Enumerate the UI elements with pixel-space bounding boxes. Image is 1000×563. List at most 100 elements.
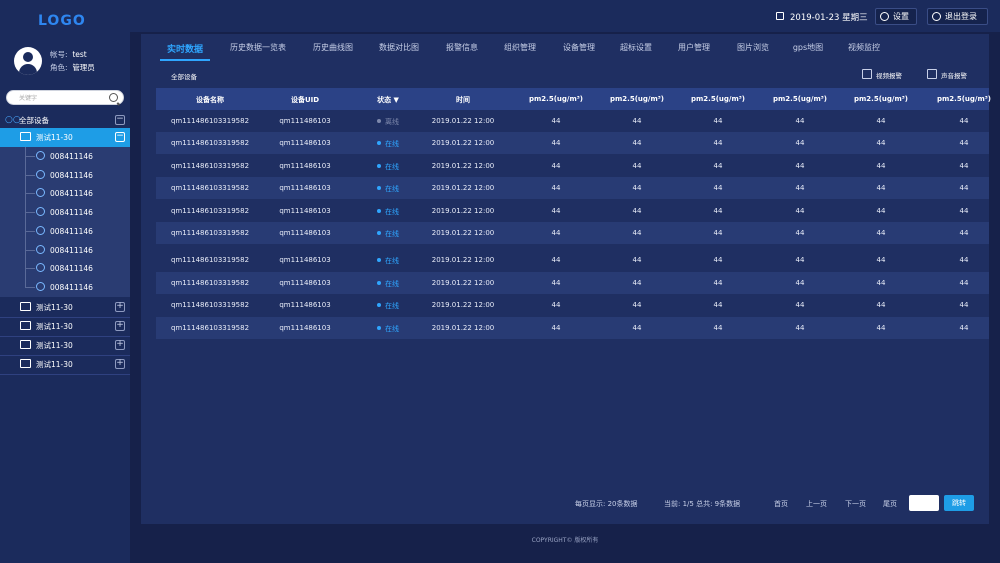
device-item[interactable]: 008411146 [25, 166, 130, 184]
time-cell: 2019.01.22 12:00 [431, 207, 495, 215]
device-item[interactable]: 008411146 [25, 241, 130, 259]
pm25-cell: 44 [795, 324, 805, 332]
device-group-icon [20, 359, 31, 368]
column-header[interactable]: pm2.5(ug/m³) [937, 95, 991, 103]
device-group-icon [20, 302, 31, 311]
column-header[interactable]: 时间 [456, 95, 470, 105]
device-uid-cell: qm111486103 [279, 301, 331, 309]
device-group[interactable]: 测试11-30 − [0, 128, 130, 147]
device-group[interactable]: 测试11-30 + [0, 317, 130, 336]
last-page-link[interactable]: 尾页 [883, 499, 897, 509]
table-row[interactable]: qm111486103319582 qm111486103 在线 2019.01.22… [156, 132, 989, 154]
column-header[interactable]: pm2.5(ug/m³) [529, 95, 583, 103]
tab-item[interactable]: gps地图 [793, 42, 823, 53]
device-group-icon [20, 132, 31, 141]
pm25-cell: 44 [876, 324, 886, 332]
column-header[interactable]: 设备UID [291, 95, 319, 105]
device-group-label: 测试11-30 [36, 322, 73, 331]
collapse-toggle[interactable]: − [115, 115, 125, 125]
pm25-cell: 44 [632, 207, 642, 215]
tree-connector [25, 268, 35, 270]
table-row[interactable]: qm111486103319582 qm111486103 在线 2019.01.22… [156, 294, 989, 316]
tab-item[interactable]: 视频监控 [848, 42, 880, 53]
jump-button[interactable]: 跳转 [944, 495, 974, 511]
sound-alarm-checkbox[interactable]: 声音报警 [927, 69, 967, 80]
table-row[interactable]: qm111486103319582 qm111486103 在线 2019.01.22… [156, 200, 989, 222]
device-group[interactable]: 测试11-30 + [0, 298, 130, 317]
tab-item[interactable]: 设备管理 [563, 42, 595, 53]
table-row[interactable]: qm111486103319582 qm111486103 在线 2019.01.22… [156, 249, 989, 271]
device-item[interactable]: 008411146 [25, 278, 130, 296]
tab-item[interactable]: 超标设置 [620, 42, 652, 53]
per-page-info: 每页显示: 20条数据 [575, 500, 638, 508]
device-item[interactable]: 008411146 [25, 222, 130, 240]
tree-connector [25, 286, 35, 288]
pm25-cell: 44 [959, 162, 969, 170]
device-icon [36, 207, 45, 217]
pm25-cell: 44 [959, 301, 969, 309]
column-header[interactable]: 状态 ▼ [377, 95, 399, 105]
column-header[interactable]: pm2.5(ug/m³) [691, 95, 745, 103]
table-row[interactable]: qm111486103319582 qm111486103 在线 2019.01.22… [156, 317, 989, 339]
pm25-cell: 44 [551, 229, 561, 237]
search-icon[interactable] [109, 93, 118, 102]
next-page-link[interactable]: 下一页 [845, 499, 866, 509]
status-cell: 在线 [377, 139, 399, 149]
collapse-toggle[interactable]: − [115, 132, 125, 142]
table-row[interactable]: qm111486103319582 qm111486103 在线 2019.01.22… [156, 222, 989, 244]
device-item[interactable]: 008411146 [25, 147, 130, 165]
tab-item[interactable]: 数据对比图 [379, 42, 419, 53]
device-icon [36, 151, 45, 160]
table-row[interactable]: qm111486103319582 qm111486103 在线 2019.01.22… [156, 177, 989, 199]
pm25-cell: 44 [632, 229, 642, 237]
table-row[interactable]: qm111486103319582 qm111486103 在线 2019.01.22… [156, 155, 989, 177]
power-icon [932, 12, 941, 21]
expand-toggle[interactable]: + [115, 302, 125, 312]
logo: LOGO [38, 13, 86, 29]
device-label: 008411146 [50, 264, 93, 274]
logout-button[interactable]: 退出登录 [927, 8, 988, 25]
tab-item[interactable]: 实时数据 [167, 42, 203, 55]
page-count-info: 当前: 1/5 总共: 9条数据 [664, 500, 741, 508]
main-panel: 实时数据 历史数据一览表 历史曲线图 数据对比图 报警信息 组织管理 设备管理 超标设置 用户管… [141, 34, 991, 524]
pm25-cell: 44 [713, 256, 723, 264]
sidebar: LOGO 帐号: test 角色: 管理员 关键字 ○○ 全部设备 − 测试11… [0, 0, 130, 563]
device-label: 008411146 [50, 152, 93, 161]
device-item[interactable]: 008411146 [25, 203, 130, 221]
page-jump-input[interactable] [909, 495, 939, 511]
tab-item[interactable]: 图片浏览 [737, 42, 769, 53]
tab-item[interactable]: 用户管理 [678, 42, 710, 53]
table-row[interactable]: qm111486103319582 qm111486103 在线 2019.01.22… [156, 272, 989, 294]
tab-item[interactable]: 历史数据一览表 [230, 42, 286, 53]
expand-toggle[interactable]: + [115, 359, 125, 369]
tab-item[interactable]: 组织管理 [504, 42, 536, 53]
column-header[interactable]: 设备名称 [196, 95, 224, 105]
pm25-cell: 44 [959, 324, 969, 332]
column-header[interactable]: pm2.5(ug/m³) [610, 95, 664, 103]
pm25-cell: 44 [713, 301, 723, 309]
column-header[interactable]: pm2.5(ug/m³) [773, 95, 827, 103]
prev-page-link[interactable]: 上一页 [806, 499, 827, 509]
first-page-link[interactable]: 首页 [774, 499, 788, 509]
table-row[interactable]: qm111486103319582 qm111486103 离线 2019.01.22… [156, 110, 989, 132]
tab-item[interactable]: 历史曲线图 [313, 42, 353, 53]
video-alarm-checkbox[interactable]: 视频报警 [862, 69, 902, 80]
pm25-cell: 44 [713, 207, 723, 215]
tab-item[interactable]: 报警信息 [446, 42, 478, 53]
device-item[interactable]: 008411146 [25, 259, 130, 277]
settings-button[interactable]: 设置 [875, 8, 917, 25]
expand-toggle[interactable]: + [115, 321, 125, 331]
device-group[interactable]: 测试11-30 + [0, 336, 130, 355]
pm25-cell: 44 [551, 162, 561, 170]
device-group[interactable]: 测试11-30 + [0, 355, 130, 374]
device-name-cell: qm111486103319582 [170, 162, 250, 170]
device-item[interactable]: 008411146 [25, 184, 130, 202]
expand-toggle[interactable]: + [115, 340, 125, 350]
search-input[interactable]: 关键字 [6, 90, 124, 105]
device-label: 008411146 [50, 226, 93, 236]
device-name-cell: qm111486103319582 [170, 139, 250, 147]
pm25-cell: 44 [632, 279, 642, 287]
column-header[interactable]: pm2.5(ug/m³) [854, 95, 908, 103]
pm25-cell: 44 [795, 184, 805, 192]
tree-root-all-devices[interactable]: ○○ 全部设备 − [0, 111, 130, 128]
